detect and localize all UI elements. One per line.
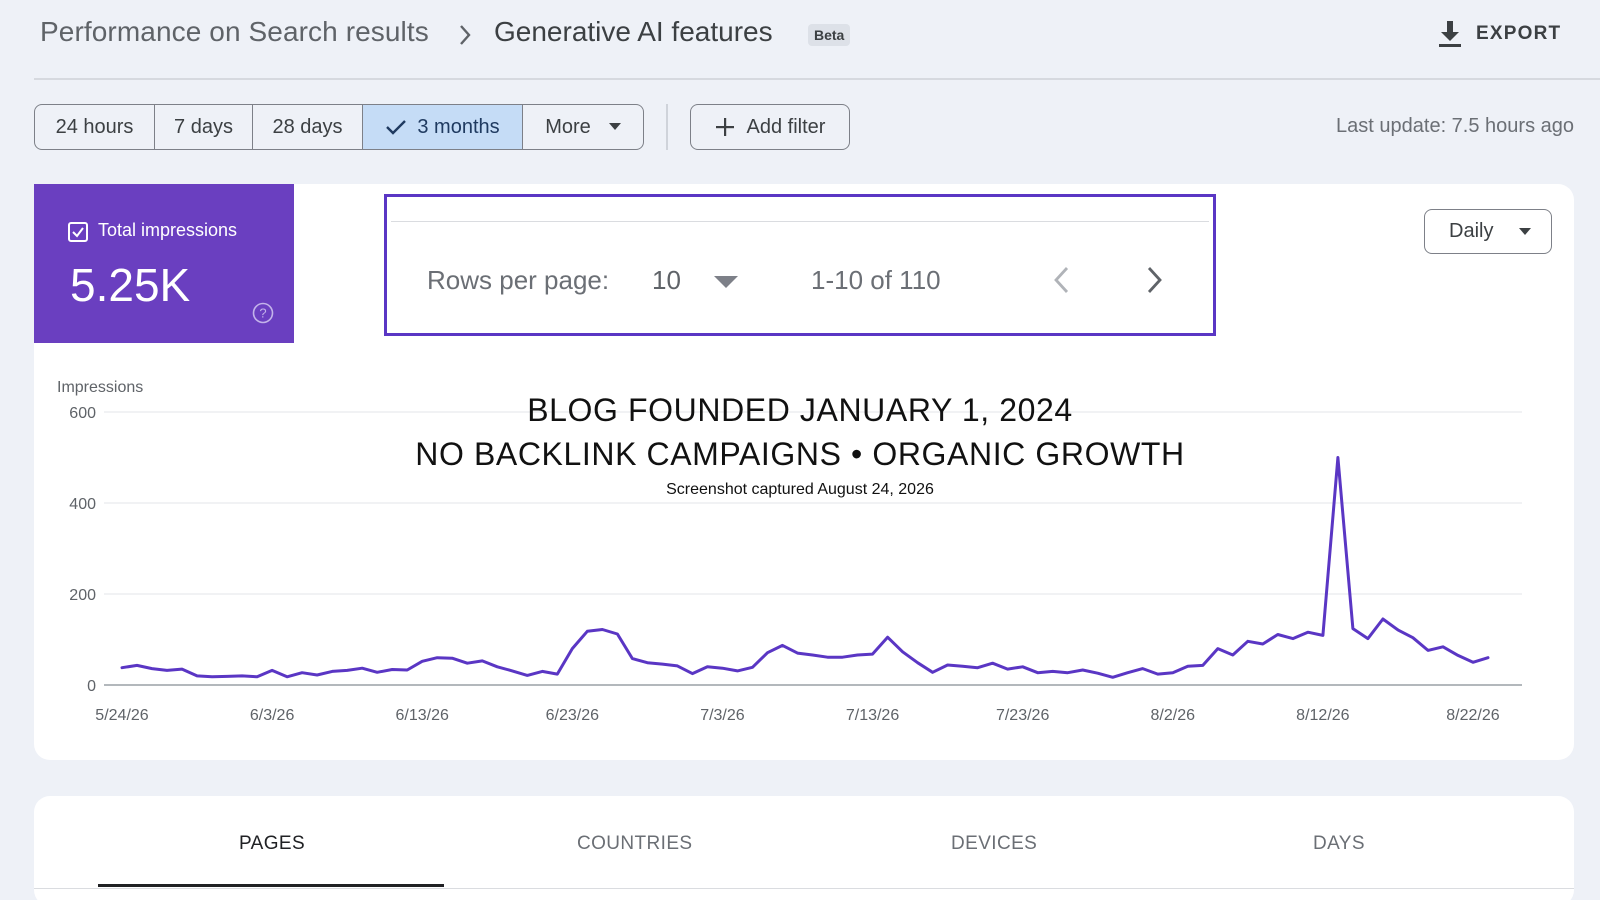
tabs-divider: [34, 888, 1574, 889]
x-tick-label: 8/22/26: [1446, 707, 1499, 724]
x-tick-label: 6/13/26: [396, 707, 449, 724]
annotation-screenshot-date: Screenshot captured August 24, 2026: [666, 481, 934, 498]
tab-days[interactable]: DAYS: [1313, 833, 1365, 855]
x-tick-label: 7/13/26: [846, 707, 899, 724]
y-tick-label: 0: [87, 678, 96, 695]
x-tick-label: 6/23/26: [546, 707, 599, 724]
tab-pages[interactable]: PAGES: [239, 833, 305, 855]
x-tick-label: 5/24/26: [95, 707, 148, 724]
tab-countries[interactable]: COUNTRIES: [577, 833, 693, 855]
y-tick-label: 200: [69, 587, 96, 604]
tab-devices[interactable]: DEVICES: [951, 833, 1037, 855]
x-tick-label: 7/23/26: [996, 707, 1049, 724]
active-tab-indicator: [98, 884, 444, 887]
annotation-blog-founded: BLOG FOUNDED JANUARY 1, 2024: [527, 392, 1073, 428]
annotation-organic-growth: NO BACKLINK CAMPAIGNS • ORGANIC GROWTH: [415, 436, 1185, 472]
x-tick-label: 8/12/26: [1296, 707, 1349, 724]
x-tick-label: 6/3/26: [250, 707, 295, 724]
x-tick-label: 7/3/26: [700, 707, 745, 724]
impressions-line-chart: 02004006005/24/26 6/3/26 6/13/26 6/23/26 7/3…: [69, 405, 1522, 724]
x-tick-label: 8/2/26: [1151, 707, 1196, 724]
